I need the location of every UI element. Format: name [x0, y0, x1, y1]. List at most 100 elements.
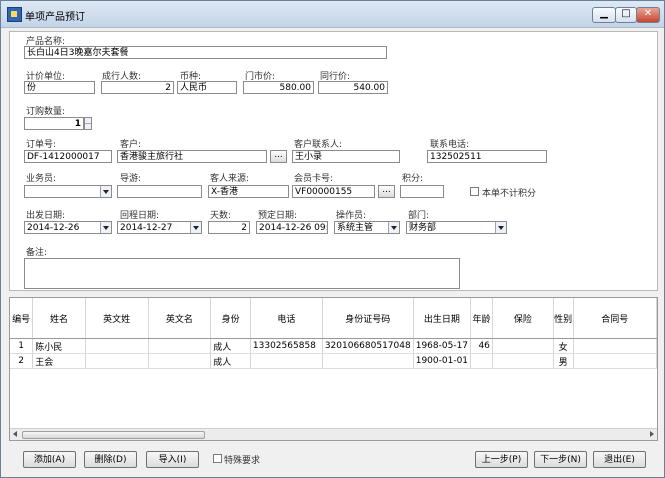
depart-date-picker[interactable]: 2014-12-26	[24, 221, 112, 234]
table-row[interactable]: 1 陈小民 成人 13302565858 320106680517048 1968-05-…	[10, 338, 657, 354]
adults-field[interactable]: 2	[101, 81, 174, 94]
column-header[interactable]: 出生日期	[413, 298, 472, 339]
dept-value: 财务部	[409, 223, 437, 233]
customer-lookup-button[interactable]: ...	[270, 150, 287, 163]
table-cell: 46	[470, 338, 493, 354]
booked-label: 预定日期:	[258, 211, 298, 221]
table-cell	[573, 353, 657, 369]
table-cell	[250, 353, 323, 369]
column-header[interactable]: 性别	[553, 298, 574, 339]
order-no-field[interactable]: DF-1412000017	[24, 150, 112, 163]
table-header-row: 编号 姓名 英文姓 英文名 身份 电话 身份证号码 出生日期 年龄 保险 性别 合同号	[10, 298, 657, 339]
product-name-field[interactable]: 长白山4日3晚嘉尔夫套餐	[24, 46, 387, 59]
dept-select[interactable]: 财务部	[406, 221, 507, 234]
qty-label: 订购数量:	[26, 107, 66, 117]
contact-field[interactable]: 王小录	[292, 150, 400, 163]
special-request-checkbox[interactable]	[213, 454, 222, 463]
delete-button[interactable]: 删除(D)	[84, 451, 137, 468]
source-label: 客人来源:	[210, 174, 250, 184]
table-cell	[85, 353, 149, 369]
peer-price-field[interactable]: 540.00	[318, 81, 388, 94]
no-points-label: 本单不计积分	[482, 189, 537, 199]
table-cell	[492, 353, 554, 369]
phone-field[interactable]: 132502511	[427, 150, 547, 163]
chevron-down-icon	[190, 222, 201, 233]
column-header[interactable]: 身份	[210, 298, 251, 339]
column-header[interactable]: 英文姓	[85, 298, 149, 339]
chevron-down-icon	[495, 222, 506, 233]
points-label: 积分:	[402, 174, 424, 184]
table-cell: 1	[10, 338, 34, 354]
store-price-field[interactable]: 580.00	[243, 81, 314, 94]
table-cell	[573, 338, 657, 354]
unit-field[interactable]: 份	[24, 81, 95, 94]
form-panel: 产品名称: 长白山4日3晚嘉尔夫套餐 计价单位: 份 成行人数: 2 币种: 人…	[9, 31, 658, 291]
column-header[interactable]: 年龄	[470, 298, 493, 339]
table-cell	[470, 353, 493, 369]
table-cell	[85, 338, 149, 354]
column-header[interactable]: 身份证号码	[322, 298, 414, 339]
table-cell: 成人	[210, 338, 251, 354]
chevron-down-icon	[100, 222, 111, 233]
guide-field[interactable]	[117, 185, 202, 198]
table-cell	[492, 338, 554, 354]
return-date-picker[interactable]: 2014-12-27	[117, 221, 202, 234]
column-header[interactable]: 合同号	[573, 298, 657, 339]
days-label: 天数:	[210, 211, 232, 221]
maximize-button[interactable]: □	[615, 7, 637, 23]
customer-label: 客户:	[120, 140, 142, 150]
column-header[interactable]: 姓名	[32, 298, 86, 339]
exit-button[interactable]: 退出(E)	[593, 451, 646, 468]
no-points-checkbox[interactable]	[470, 187, 479, 196]
operator-select[interactable]: 系统主管	[334, 221, 400, 234]
contact-label: 客户联系人:	[294, 140, 343, 150]
special-request-label: 特殊要求	[224, 456, 261, 466]
salesman-select[interactable]	[24, 185, 112, 198]
minimize-button[interactable]: ▁	[592, 7, 616, 23]
column-header[interactable]: 电话	[250, 298, 323, 339]
column-header[interactable]: 英文名	[148, 298, 212, 339]
remark-label: 备注:	[26, 248, 48, 258]
remark-textarea[interactable]	[24, 258, 460, 289]
horizontal-scrollbar[interactable]	[10, 428, 657, 440]
column-header[interactable]: 编号	[10, 298, 34, 339]
booking-window: 单项产品预订 ▁ □ ✕ 产品名称: 长白山4日3晚嘉尔夫套餐 计价单位: 份 …	[0, 0, 665, 478]
member-label: 会员卡号:	[294, 174, 334, 184]
close-button[interactable]: ✕	[636, 7, 660, 23]
next-button[interactable]: 下一步(N)	[534, 451, 587, 468]
points-field[interactable]	[400, 185, 444, 198]
add-button[interactable]: 添加(A)	[23, 451, 76, 468]
currency-field[interactable]: 人民币	[177, 81, 237, 94]
operator-label: 操作员:	[336, 211, 367, 221]
booked-date-field[interactable]: 2014-12-26 09:32	[256, 221, 328, 234]
qty-field[interactable]: 1	[24, 117, 84, 130]
chevron-down-icon	[388, 222, 399, 233]
passenger-grid: 编号 姓名 英文姓 英文名 身份 电话 身份证号码 出生日期 年龄 保险 性别 合同号 1 陈小民 成人 1…	[9, 297, 658, 441]
table-cell	[322, 353, 414, 369]
table-cell: 女	[553, 338, 574, 354]
app-icon	[7, 7, 22, 22]
import-button[interactable]: 导入(I)	[146, 451, 199, 468]
scroll-left-icon[interactable]	[13, 431, 17, 437]
scroll-right-icon[interactable]	[650, 431, 654, 437]
scroll-thumb[interactable]	[22, 431, 205, 439]
table-cell	[148, 338, 212, 354]
return-label: 回程日期:	[120, 211, 160, 221]
phone-label: 联系电话:	[430, 140, 470, 150]
chevron-down-icon	[100, 186, 111, 197]
member-lookup-button[interactable]: ...	[378, 185, 395, 198]
depart-label: 出发日期:	[26, 211, 66, 221]
qty-spinner[interactable]	[84, 117, 92, 130]
column-header[interactable]: 保险	[492, 298, 554, 339]
member-field[interactable]: VF00000155	[292, 185, 375, 198]
prev-button[interactable]: 上一步(P)	[475, 451, 528, 468]
days-field[interactable]: 2	[208, 221, 250, 234]
title-bar: 单项产品预订 ▁ □ ✕	[1, 1, 664, 28]
window-title: 单项产品预订	[25, 12, 85, 23]
source-field[interactable]: X-香港	[208, 185, 289, 198]
table-row[interactable]: 2 王会 成人 1900-01-01 男	[10, 353, 657, 369]
table-cell: 13302565858	[250, 338, 323, 354]
table-cell: 陈小民	[32, 338, 86, 354]
customer-field[interactable]: 香港骏主旅行社	[117, 150, 267, 163]
table-cell: 男	[553, 353, 574, 369]
